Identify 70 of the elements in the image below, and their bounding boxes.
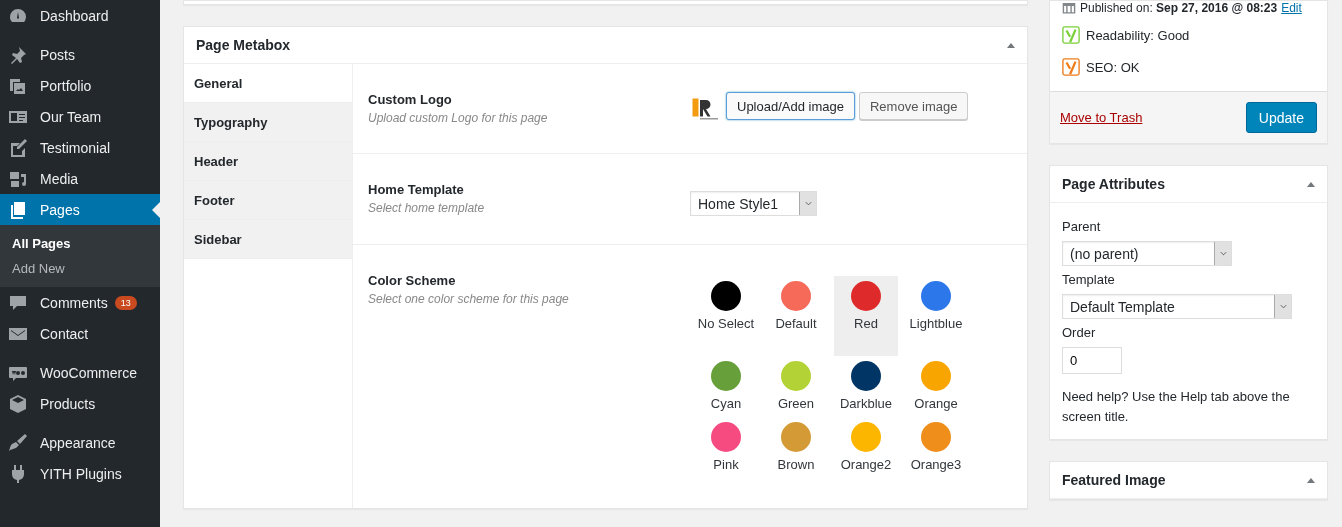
color-option[interactable]: Cyan xyxy=(694,356,758,417)
menu-item[interactable]: Media xyxy=(0,163,160,194)
tab[interactable]: Typography xyxy=(184,103,352,142)
calendar-icon xyxy=(1062,1,1076,15)
tab[interactable]: Header xyxy=(184,142,352,181)
color-option[interactable]: Default xyxy=(764,276,828,356)
color-option[interactable]: Green xyxy=(764,356,828,417)
submenu-item[interactable]: Add New xyxy=(0,256,160,281)
count-badge: 13 xyxy=(114,295,137,310)
color-option[interactable]: No Select xyxy=(694,276,758,356)
order-field[interactable]: 0 xyxy=(1062,347,1122,374)
field-label: Parent xyxy=(1062,219,1102,234)
edit-icon xyxy=(8,137,28,158)
caret-icon[interactable] xyxy=(803,199,813,208)
panel-title: Featured Image xyxy=(1062,472,1166,488)
menu-item[interactable]: Dashboard xyxy=(0,0,160,31)
template-select[interactable]: Home Style1 xyxy=(690,191,817,216)
y-icon xyxy=(1062,26,1080,44)
y-icon xyxy=(1062,58,1080,76)
field-description: Upload custom Logo for this page xyxy=(368,111,549,125)
box-icon xyxy=(8,393,28,414)
caret-icon[interactable] xyxy=(1218,249,1228,258)
metabox-title: Page Metabox xyxy=(196,37,291,53)
upload-button[interactable]: Upload/Add image xyxy=(726,92,855,120)
color-option[interactable]: Lightblue xyxy=(904,276,968,356)
help-text: Need help? Use the Help tab above the screen title. xyxy=(1062,388,1291,426)
tab[interactable]: Sidebar xyxy=(184,220,352,259)
paintbrush-icon xyxy=(8,432,28,453)
caret-icon[interactable] xyxy=(1278,302,1288,311)
submenu-item[interactable]: All Pages xyxy=(0,231,160,256)
template-select[interactable]: Default Template xyxy=(1062,294,1292,319)
remove-button[interactable]: Remove image xyxy=(858,92,969,120)
menu-item[interactable]: Testimonial xyxy=(0,132,160,163)
parent-select[interactable]: (no parent) xyxy=(1062,241,1232,266)
collapse-icon[interactable] xyxy=(1007,42,1015,48)
color-option[interactable]: Orange xyxy=(904,356,968,417)
collapse-icon[interactable] xyxy=(1307,181,1315,187)
menu-item[interactable]: YITH Plugins xyxy=(0,458,160,489)
color-option[interactable]: Darkblue xyxy=(834,356,898,417)
update-button[interactable]: Update xyxy=(1245,102,1317,133)
field-label: Custom Logo xyxy=(368,92,453,107)
field-label: Home Template xyxy=(368,182,465,197)
field-label: Color Scheme xyxy=(368,273,457,288)
menu-item[interactable]: Comments 13 xyxy=(0,287,160,318)
field-description: Select one color scheme for this page xyxy=(368,292,570,306)
color-option[interactable]: Red xyxy=(834,276,898,356)
menu-item[interactable]: Contact xyxy=(0,318,160,349)
menu-item[interactable]: WooCommerce xyxy=(0,357,160,388)
color-option[interactable]: Pink xyxy=(694,417,758,478)
color-option[interactable]: Orange2 xyxy=(834,417,898,478)
field-label: Order xyxy=(1062,325,1097,340)
menu-item[interactable]: Our Team xyxy=(0,101,160,132)
menu-item[interactable]: Products xyxy=(0,388,160,419)
menu-item[interactable]: Posts xyxy=(0,39,160,70)
field-description: Select home template xyxy=(368,201,486,215)
field-label: Template xyxy=(1062,272,1116,287)
menu-item[interactable]: Appearance xyxy=(0,427,160,458)
color-option[interactable]: Brown xyxy=(764,417,828,478)
trash-link[interactable]: Move to Trash xyxy=(1060,110,1143,125)
panel-title: Page Attributes xyxy=(1062,176,1165,192)
collapse-icon[interactable] xyxy=(1307,477,1315,483)
readability-status: Readability: Good xyxy=(1086,27,1190,43)
edit-link[interactable]: Edit xyxy=(1281,1,1302,15)
publish-date: Published on: Sep 27, 2016 @ 08:23 xyxy=(1080,1,1278,15)
tab[interactable]: Footer xyxy=(184,181,352,220)
color-option[interactable]: Orange3 xyxy=(904,417,968,478)
menu-item[interactable]: Pages xyxy=(0,194,160,225)
seo-status: SEO: OK xyxy=(1086,59,1140,75)
pages-icon xyxy=(8,199,28,220)
menu-item[interactable]: Portfolio xyxy=(0,70,160,101)
